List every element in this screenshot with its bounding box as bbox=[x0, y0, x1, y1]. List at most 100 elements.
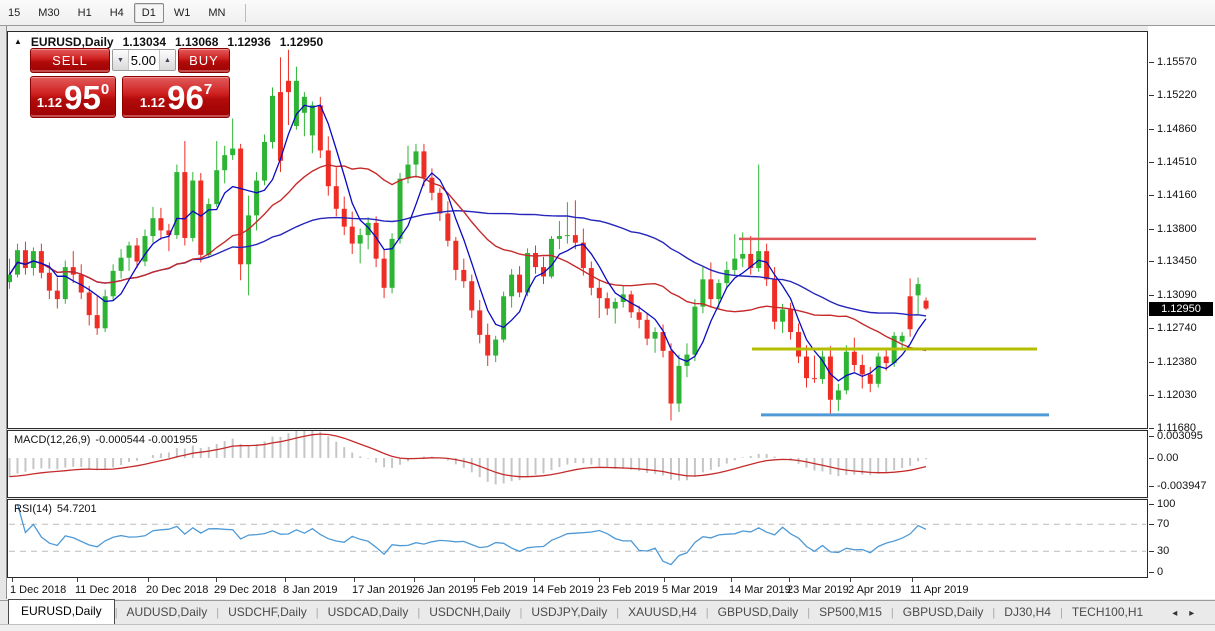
date-tick-mark bbox=[77, 578, 78, 582]
macd-tick-label: 0.00 bbox=[1157, 452, 1178, 464]
date-tick-mark bbox=[534, 578, 535, 582]
bottom-tab-usdjpy-daily[interactable]: USDJPY,Daily bbox=[522, 601, 616, 624]
collapse-panel-icon[interactable]: ▲ bbox=[14, 37, 22, 46]
price-tick-label: 1.14860 bbox=[1157, 123, 1197, 135]
price-tick-mark bbox=[1149, 328, 1154, 329]
date-label: 2 Apr 2019 bbox=[848, 584, 901, 596]
rsi-tick-mark bbox=[1149, 572, 1154, 573]
date-tick-mark bbox=[664, 578, 665, 582]
date-label: 11 Apr 2019 bbox=[910, 584, 969, 596]
buy-price-sup: 7 bbox=[204, 81, 212, 98]
mt4-terminal: { "toolbar": { "timeframes": [ {"label":… bbox=[0, 0, 1215, 631]
price-axis: 1.155701.152201.148601.145101.141601.138… bbox=[1148, 26, 1215, 599]
timeframe-button-h4[interactable]: H4 bbox=[102, 3, 132, 23]
bottom-tab-xauusd-h4[interactable]: XAUUSD,H4 bbox=[619, 601, 706, 624]
date-label: 1 Dec 2018 bbox=[10, 584, 66, 596]
rsi-tick-label: 0 bbox=[1157, 566, 1163, 578]
date-label: 23 Mar 2019 bbox=[787, 584, 849, 596]
sell-price-small: 1.12 bbox=[37, 95, 62, 110]
price-tick-mark bbox=[1149, 261, 1154, 262]
date-tick-mark bbox=[414, 578, 415, 582]
date-tick-mark bbox=[354, 578, 355, 582]
bottom-tab-gbpusd-daily[interactable]: GBPUSD,Daily bbox=[894, 601, 993, 624]
sell-price-button[interactable]: 1.12 95 0 bbox=[30, 76, 116, 118]
sell-button[interactable]: SELL bbox=[30, 48, 110, 73]
bottom-tab-gbpusd-daily[interactable]: GBPUSD,Daily bbox=[709, 601, 808, 624]
ohlc-close: 1.12950 bbox=[280, 35, 323, 49]
date-tick-mark bbox=[285, 578, 286, 582]
window-frame-strip bbox=[0, 26, 7, 599]
time-axis: 1 Dec 201811 Dec 201820 Dec 201829 Dec 2… bbox=[7, 578, 1148, 599]
price-tick-label: 1.13800 bbox=[1157, 223, 1197, 235]
date-tick-mark bbox=[12, 578, 13, 582]
date-tick-mark bbox=[789, 578, 790, 582]
bottom-tab-usdcnh-daily[interactable]: USDCNH,Daily bbox=[420, 601, 519, 624]
bottom-tab-audusd-daily[interactable]: AUDUSD,Daily bbox=[118, 601, 217, 624]
rsi-tick-mark bbox=[1149, 551, 1154, 552]
price-tick-mark bbox=[1149, 295, 1154, 296]
macd-tick-mark bbox=[1149, 486, 1154, 487]
price-tick-mark bbox=[1149, 62, 1154, 63]
date-tick-mark bbox=[912, 578, 913, 582]
macd-tick-label: 0.003095 bbox=[1157, 430, 1203, 442]
price-tick-mark bbox=[1149, 428, 1154, 429]
volume-decrease-icon[interactable]: ▼ bbox=[113, 50, 129, 70]
date-label: 14 Feb 2019 bbox=[532, 584, 594, 596]
timeframe-button-mn[interactable]: MN bbox=[200, 3, 233, 23]
date-label: 5 Mar 2019 bbox=[662, 584, 718, 596]
price-tick-label: 1.12030 bbox=[1157, 389, 1197, 401]
sell-price-sup: 0 bbox=[101, 81, 109, 98]
bottom-tab-tech100-h1[interactable]: TECH100,H1 bbox=[1063, 601, 1152, 624]
rsi-indicator bbox=[8, 500, 1147, 577]
buy-price-button[interactable]: 1.12 96 7 bbox=[122, 76, 230, 118]
date-label: 17 Jan 2019 bbox=[352, 584, 413, 596]
date-tick-mark bbox=[474, 578, 475, 582]
date-label: 8 Jan 2019 bbox=[283, 584, 337, 596]
timeframe-button-h1[interactable]: H1 bbox=[70, 3, 100, 23]
tabs-scroll-left-icon[interactable]: ◂ bbox=[1166, 604, 1183, 624]
timeframe-button-w1[interactable]: W1 bbox=[166, 3, 199, 23]
date-label: 29 Dec 2018 bbox=[214, 584, 276, 596]
rsi-tick-label: 70 bbox=[1157, 518, 1169, 530]
macd-label: MACD(12,26,9)-0.000544 -0.001955 bbox=[14, 434, 198, 446]
date-tick-mark bbox=[148, 578, 149, 582]
bottom-tab-eurusd-daily[interactable]: EURUSD,Daily bbox=[8, 599, 115, 624]
rsi-tick-label: 30 bbox=[1157, 545, 1169, 557]
bottom-tab-dj30-h4[interactable]: DJ30,H4 bbox=[995, 601, 1060, 624]
price-tick-mark bbox=[1149, 95, 1154, 96]
macd-tick-mark bbox=[1149, 458, 1154, 459]
rsi-line bbox=[18, 504, 927, 565]
bottom-tab-sp500-m15[interactable]: SP500,M15 bbox=[810, 601, 891, 624]
rsi-tick-mark bbox=[1149, 504, 1154, 505]
price-tick-label: 1.14510 bbox=[1157, 156, 1197, 168]
rsi-label: RSI(14)54.7201 bbox=[14, 503, 97, 515]
volume-stepper: ▼ 5.00 ▲ bbox=[112, 49, 176, 71]
date-tick-mark bbox=[599, 578, 600, 582]
bottom-tab-usdcad-daily[interactable]: USDCAD,Daily bbox=[319, 601, 418, 624]
timeframe-button-d1[interactable]: D1 bbox=[134, 3, 164, 23]
buy-price-small: 1.12 bbox=[140, 95, 165, 110]
price-tick-mark bbox=[1149, 162, 1154, 163]
chart-tabbar: EURUSD,Daily|AUDUSD,Daily|USDCHF,Daily|U… bbox=[0, 600, 1215, 624]
price-tick-mark bbox=[1149, 195, 1154, 196]
timeframe-toolbar: 15M30H1H4D1W1MN bbox=[0, 0, 1215, 26]
price-tick-label: 1.14160 bbox=[1157, 189, 1197, 201]
price-tick-label: 1.12740 bbox=[1157, 322, 1197, 334]
buy-button[interactable]: BUY bbox=[178, 48, 230, 73]
price-tick-label: 1.12380 bbox=[1157, 356, 1197, 368]
macd-tick-label: -0.003947 bbox=[1157, 480, 1207, 492]
bottom-tab-usdchf-daily[interactable]: USDCHF,Daily bbox=[219, 601, 316, 624]
volume-value[interactable]: 5.00 bbox=[129, 50, 159, 70]
sell-price-big: 95 bbox=[64, 81, 101, 114]
timeframe-button-m30[interactable]: M30 bbox=[30, 3, 67, 23]
price-tick-label: 1.15570 bbox=[1157, 56, 1197, 68]
date-label: 20 Dec 2018 bbox=[146, 584, 208, 596]
price-tick-mark bbox=[1149, 229, 1154, 230]
volume-increase-icon[interactable]: ▲ bbox=[159, 50, 175, 70]
date-tick-mark bbox=[731, 578, 732, 582]
buy-price-big: 96 bbox=[167, 81, 204, 114]
timeframe-button-15[interactable]: 15 bbox=[0, 3, 28, 23]
rsi-tick-label: 100 bbox=[1157, 498, 1175, 510]
tabs-scroll-right-icon[interactable]: ▸ bbox=[1183, 604, 1200, 624]
price-tick-label: 1.13090 bbox=[1157, 289, 1197, 301]
